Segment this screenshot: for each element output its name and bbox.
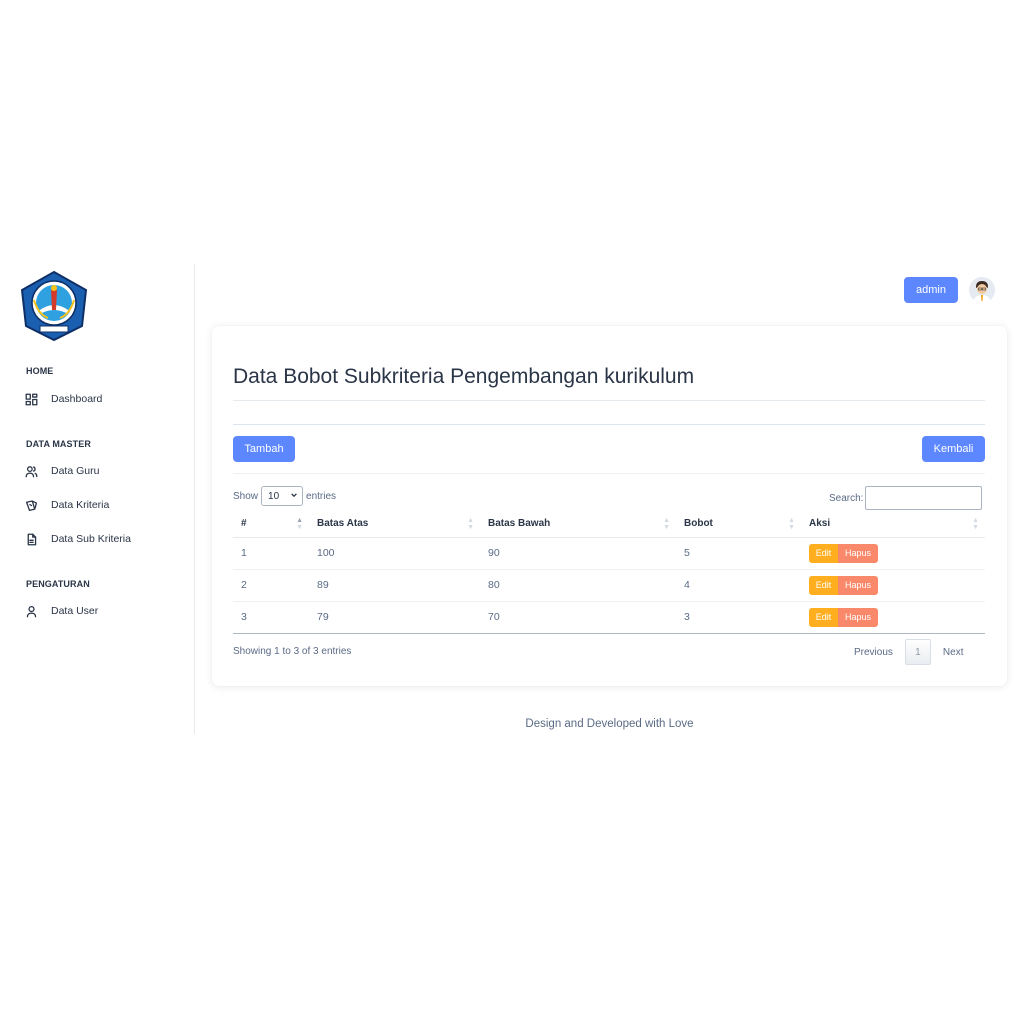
page-title: Data Bobot Subkriteria Pengembangan kuri… (233, 365, 695, 388)
cell-actions: Edit Hapus (801, 537, 985, 570)
pagination-previous[interactable]: Previous (854, 647, 893, 658)
avatar[interactable] (969, 277, 995, 303)
admin-button[interactable]: admin (904, 277, 958, 303)
entries-select[interactable]: 10 (261, 486, 304, 506)
dashboard-icon (24, 392, 38, 406)
cell-bobot: 3 (676, 601, 801, 634)
cards-icon (24, 498, 38, 512)
footer-text: Design and Developed with Love (525, 718, 694, 730)
sort-icon: ▲ ▼ (663, 517, 670, 531)
delete-button[interactable]: Hapus (838, 543, 878, 563)
app-shell: HOME Dashboard DATA MASTER Data Guru Dat… (0, 264, 1024, 734)
cell-batas-bawah: 70 (480, 601, 676, 634)
cell-bobot: 5 (676, 537, 801, 570)
pagination: Previous 1 Next (854, 639, 963, 665)
back-button[interactable]: Kembali (922, 436, 985, 462)
sidebar-item-data-kriteria[interactable]: Data Kriteria (24, 494, 184, 516)
cell-actions: Edit Hapus (801, 569, 985, 602)
sidebar-item-label: Data User (51, 605, 99, 617)
cell-batas-atas: 100 (309, 537, 480, 570)
entries-length-control: Show 10 entries (233, 486, 336, 506)
chevron-down-icon (290, 491, 298, 502)
divider (233, 473, 985, 474)
search-input[interactable] (865, 486, 983, 510)
sort-asc-icon: ▲ ▼ (296, 517, 303, 531)
table-row: 1 100 90 5 Edit Hapus (233, 537, 985, 570)
users-icon (24, 464, 38, 478)
nav-section-pengaturan: PENGATURAN (26, 579, 90, 589)
column-header-batas-bawah[interactable]: Batas Bawah ▲ ▼ (480, 511, 676, 538)
entries-select-value: 10 (268, 490, 280, 502)
sort-icon: ▲ ▼ (972, 517, 979, 531)
school-logo[interactable] (18, 270, 90, 342)
edit-button[interactable]: Edit (809, 607, 838, 627)
cell-batas-atas: 89 (309, 569, 480, 602)
pagination-page-current[interactable]: 1 (904, 639, 931, 665)
cell-batas-bawah: 90 (480, 537, 676, 570)
add-button[interactable]: Tambah (233, 436, 295, 462)
table-header-row: # ▲ ▼ Batas Atas ▲ ▼ Batas Bawah ▲ ▼ Bobot … (233, 511, 985, 538)
file-text-icon (24, 532, 38, 546)
cell-number: 3 (233, 601, 309, 634)
sidebar-item-label: Data Guru (51, 465, 100, 477)
cell-actions: Edit Hapus (801, 601, 985, 634)
table-search: Search: (829, 486, 983, 510)
cell-number: 2 (233, 569, 309, 602)
cell-bobot: 4 (676, 569, 801, 602)
table-row: 2 89 80 4 Edit Hapus (233, 569, 985, 602)
edit-button[interactable]: Edit (809, 543, 838, 563)
sidebar: HOME Dashboard DATA MASTER Data Guru Dat… (0, 264, 195, 734)
column-header-aksi[interactable]: Aksi ▲ ▼ (801, 511, 985, 538)
sidebar-item-label: Dashboard (51, 393, 103, 405)
sort-icon: ▲ ▼ (467, 517, 474, 531)
nav-section-data-master: DATA MASTER (26, 439, 91, 449)
column-header-batas-atas[interactable]: Batas Atas ▲ ▼ (309, 511, 480, 538)
delete-button[interactable]: Hapus (838, 575, 878, 595)
entries-label: entries (306, 490, 337, 502)
sidebar-item-data-sub-kriteria[interactable]: Data Sub Kriteria (24, 528, 184, 550)
nav-section-home: HOME (26, 366, 54, 376)
sidebar-item-label: Data Kriteria (51, 499, 110, 511)
edit-button[interactable]: Edit (809, 575, 838, 595)
cell-batas-atas: 79 (309, 601, 480, 634)
search-label: Search: (829, 492, 864, 504)
subkriteria-table: # ▲ ▼ Batas Atas ▲ ▼ Batas Bawah ▲ ▼ Bobot … (233, 511, 985, 634)
delete-button[interactable]: Hapus (838, 607, 878, 627)
user-icon (24, 604, 38, 618)
sidebar-item-data-guru[interactable]: Data Guru (24, 460, 184, 482)
sidebar-item-label: Data Sub Kriteria (51, 533, 131, 545)
sidebar-item-dashboard[interactable]: Dashboard (24, 388, 184, 410)
column-header-bobot[interactable]: Bobot ▲ ▼ (676, 511, 801, 538)
divider (233, 400, 985, 401)
cell-number: 1 (233, 537, 309, 570)
table-row: 3 79 70 3 Edit Hapus (233, 601, 985, 634)
table-info: Showing 1 to 3 of 3 entries (233, 646, 352, 657)
show-label: Show (233, 490, 259, 502)
cell-batas-bawah: 80 (480, 569, 676, 602)
content-card: Data Bobot Subkriteria Pengembangan kuri… (212, 326, 1007, 686)
sidebar-item-data-user[interactable]: Data User (24, 600, 184, 622)
divider (233, 424, 985, 425)
pagination-next[interactable]: Next (943, 647, 964, 658)
sort-icon: ▲ ▼ (788, 517, 795, 531)
column-header-number[interactable]: # ▲ ▼ (233, 511, 309, 538)
